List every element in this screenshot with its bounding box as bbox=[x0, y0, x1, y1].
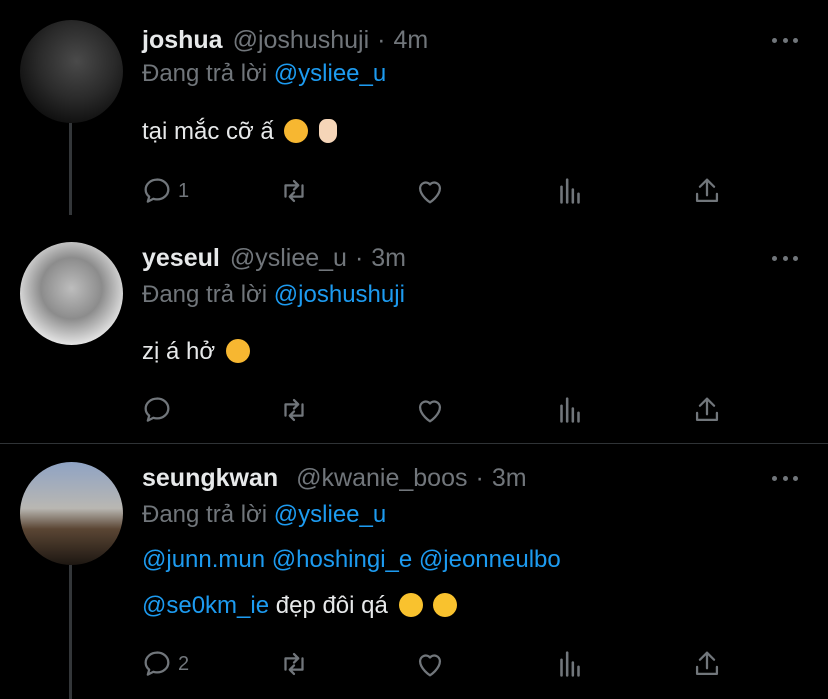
reply-icon bbox=[144, 651, 170, 676]
tweet-actions: 2 bbox=[140, 644, 740, 684]
more-icon[interactable] bbox=[772, 30, 798, 50]
display-name[interactable]: joshua bbox=[142, 26, 223, 55]
share-button[interactable] bbox=[690, 644, 724, 684]
views-button[interactable] bbox=[553, 171, 587, 211]
heart-eyes-emoji bbox=[398, 593, 423, 617]
smirking-cat-emoji bbox=[225, 339, 250, 363]
user-handle[interactable]: @joshushuji bbox=[233, 26, 370, 55]
reply-count: 1 bbox=[178, 179, 190, 202]
more-icon[interactable] bbox=[772, 468, 798, 488]
retweet-icon bbox=[284, 398, 304, 422]
thread-line bbox=[69, 123, 72, 215]
replying-to: Đang trả lời @ysliee_u bbox=[142, 60, 386, 88]
reply-count: 2 bbox=[178, 652, 190, 675]
like-button[interactable] bbox=[413, 171, 447, 211]
tweet-joshua[interactable]: joshua @joshushuji · 4m Đang trả lời @ys… bbox=[0, 0, 828, 215]
mention-link[interactable]: @hoshingi_e bbox=[272, 546, 412, 573]
reply-button[interactable]: 1 bbox=[140, 171, 189, 211]
share-icon bbox=[695, 397, 719, 422]
views-button[interactable] bbox=[553, 390, 587, 430]
retweet-button[interactable] bbox=[277, 390, 311, 430]
display-name[interactable]: seungkwan bbox=[142, 464, 278, 493]
reply-icon bbox=[144, 178, 170, 203]
replying-to-link[interactable]: @joshushuji bbox=[274, 281, 405, 308]
user-handle[interactable]: @kwanie_boos bbox=[296, 464, 467, 493]
replying-to: Đang trả lời @joshushuji bbox=[142, 281, 405, 309]
retweet-icon bbox=[284, 179, 304, 203]
user-handle[interactable]: @ysliee_u bbox=[230, 244, 347, 273]
replying-to-link[interactable]: @ysliee_u bbox=[274, 60, 386, 87]
display-name[interactable]: yeseul bbox=[142, 244, 220, 273]
tweet-text: tại mắc cỡ ấ bbox=[142, 118, 338, 146]
separator-dot: · bbox=[475, 463, 484, 492]
replying-to: Đang trả lời @ysliee_u bbox=[142, 501, 386, 529]
share-icon bbox=[695, 651, 719, 676]
separator-dot: · bbox=[377, 25, 386, 54]
replying-label: Đang trả lời bbox=[142, 501, 268, 528]
thread-line bbox=[69, 565, 72, 699]
tweet-yeseul[interactable]: yeseul @ysliee_u · 3m Đang trả lời @josh… bbox=[0, 215, 828, 443]
replying-label: Đang trả lời bbox=[142, 60, 268, 87]
tweet-seungkwan[interactable]: seungkwan @kwanie_boos · 3m Đang trả lời… bbox=[0, 444, 828, 699]
more-icon[interactable] bbox=[772, 248, 798, 268]
separator-dot: · bbox=[354, 243, 364, 272]
tweet-header: seungkwan @kwanie_boos · 3m bbox=[142, 458, 527, 498]
share-button[interactable] bbox=[690, 171, 724, 211]
views-icon bbox=[560, 178, 580, 204]
timestamp[interactable]: 3m bbox=[492, 464, 527, 493]
like-icon bbox=[418, 400, 442, 423]
kissing-cat-emoji bbox=[284, 119, 309, 143]
replying-label: Đang trả lời bbox=[142, 281, 268, 308]
like-button[interactable] bbox=[413, 644, 447, 684]
avatar[interactable] bbox=[20, 462, 123, 565]
tweet-header: joshua @joshushuji · 4m bbox=[142, 20, 428, 60]
like-icon bbox=[418, 181, 442, 204]
tweet-text-line-2: @se0km_ie đẹp đôi qá bbox=[142, 592, 458, 620]
reply-icon bbox=[144, 397, 170, 422]
avatar[interactable] bbox=[20, 242, 123, 345]
mention-link[interactable]: @se0km_ie bbox=[142, 592, 269, 619]
timestamp[interactable]: 3m bbox=[371, 244, 406, 273]
views-button[interactable] bbox=[553, 644, 587, 684]
retweet-button[interactable] bbox=[277, 644, 311, 684]
mention-link[interactable]: @jeonneulbo bbox=[419, 546, 561, 573]
views-icon bbox=[560, 397, 580, 423]
tweet-actions: 1 bbox=[140, 171, 740, 211]
tweet-text: đẹp đôi qá bbox=[275, 592, 388, 619]
views-icon bbox=[560, 651, 580, 677]
retweet-icon bbox=[284, 652, 304, 676]
timestamp[interactable]: 4m bbox=[393, 26, 428, 55]
heart-eyes-emoji bbox=[433, 593, 458, 617]
share-button[interactable] bbox=[690, 390, 724, 430]
tweet-text-line-1: @junn.mun @hoshingi_e @jeonneulbo bbox=[142, 546, 561, 574]
pinching-hand-emoji bbox=[319, 119, 338, 143]
avatar[interactable] bbox=[20, 20, 123, 123]
tweet-text: zị á hở bbox=[142, 338, 250, 366]
like-button[interactable] bbox=[413, 390, 447, 430]
tweet-text-line: tại mắc cỡ ấ bbox=[142, 118, 274, 145]
retweet-button[interactable] bbox=[277, 171, 311, 211]
mention-link[interactable]: @junn.mun bbox=[142, 546, 265, 573]
tweet-text-line: zị á hở bbox=[142, 338, 216, 365]
tweet-actions bbox=[140, 390, 740, 430]
tweet-header: yeseul @ysliee_u · 3m bbox=[142, 238, 406, 278]
reply-button[interactable] bbox=[140, 390, 174, 430]
replying-to-link[interactable]: @ysliee_u bbox=[274, 501, 386, 528]
like-icon bbox=[418, 654, 442, 677]
share-icon bbox=[695, 178, 719, 203]
reply-button[interactable]: 2 bbox=[140, 644, 189, 684]
